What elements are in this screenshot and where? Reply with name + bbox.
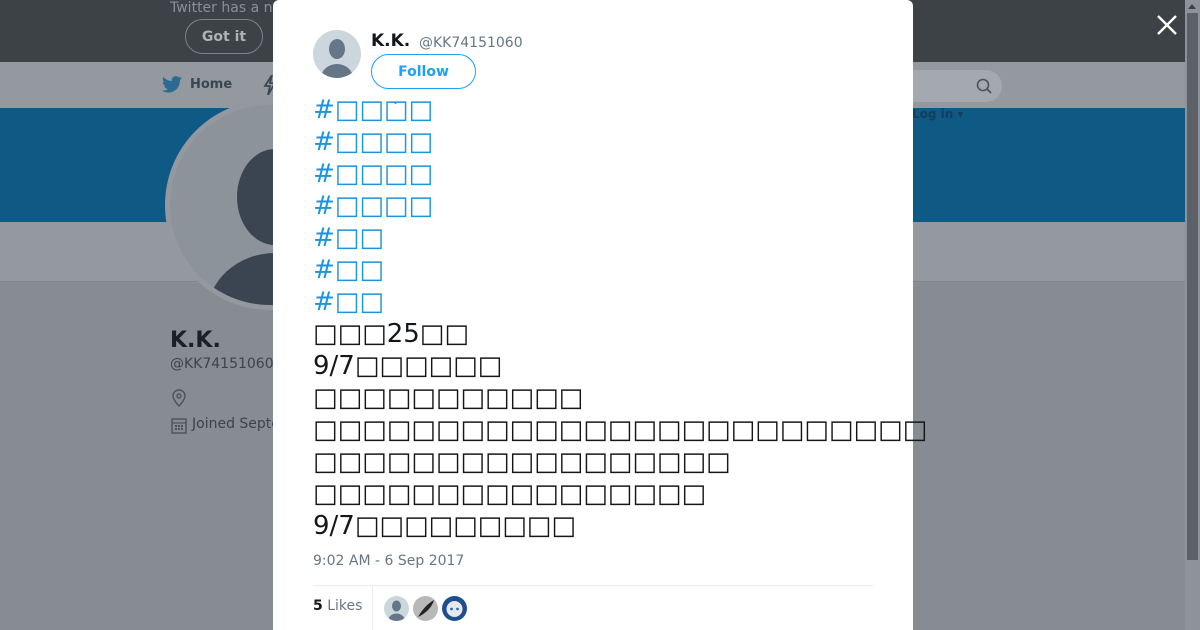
profile-handle: @KK74151060	[170, 356, 274, 372]
default-avatar-icon	[321, 39, 353, 78]
liker-avatar[interactable]	[442, 596, 467, 621]
hashtag-link[interactable]: #□□□□	[313, 158, 873, 190]
tweet-text: #□□□□ #□□□□ #□□□□ #□□□□ #□□ #□□ #□□ □□□25□□ 9/7□…	[313, 94, 928, 542]
close-modal-icon[interactable]	[1155, 13, 1179, 37]
nav-home-label: Home	[190, 77, 233, 92]
feather-avatar-icon	[413, 596, 438, 621]
hashtag-link[interactable]: #□□□□	[313, 126, 873, 158]
joined-date: Joined Septe	[192, 416, 280, 432]
login-menu[interactable]: Log in ▾	[912, 107, 964, 121]
tweet-text-line: 9/7□□□□□□□□□	[313, 511, 576, 541]
got-it-button[interactable]: Got it	[185, 19, 263, 54]
cookie-notice-text: Twitter has a n	[170, 0, 273, 16]
tweet-text-line: 9/7□□□□□□	[313, 351, 503, 381]
likes-count[interactable]: 5 Likes	[313, 598, 362, 614]
divider	[372, 586, 373, 630]
tweet-text-line: □□□□□□□□□□□□□□□□	[313, 479, 707, 509]
tweet-text-line: □□□□□□□□□□□	[313, 383, 584, 413]
likes-label: Likes	[327, 598, 363, 614]
divider	[313, 585, 873, 586]
hashtag-link[interactable]: #□□□□	[313, 190, 873, 222]
default-avatar-icon	[384, 596, 409, 621]
tweet-author-avatar[interactable]	[313, 30, 361, 78]
nav-home-link[interactable]: Home	[162, 76, 232, 93]
tweet-author-handle[interactable]: @KK74151060	[419, 35, 523, 51]
twitter-bird-icon	[162, 76, 182, 93]
hashtag-link[interactable]: #□□	[313, 254, 873, 286]
tweet-text-line: □□□□□□□□□□□□□□□□□□□□□□□□□	[313, 415, 928, 445]
tweet-modal: K.K. @KK74151060 Follow ⌄ #□□□□ #□□□□ #□□□…	[273, 0, 928, 630]
tweet-timestamp[interactable]: 9:02 AM - 6 Sep 2017	[313, 553, 464, 569]
hashtag-link[interactable]: #□□□□	[313, 94, 873, 126]
location-pin-icon	[172, 389, 186, 407]
anime-avatar-icon	[442, 596, 467, 621]
page-scrollbar[interactable]	[1185, 0, 1200, 630]
liker-avatar[interactable]	[384, 596, 409, 621]
hashtag-link[interactable]: #□□	[313, 222, 873, 254]
search-icon	[976, 78, 992, 94]
tweet-text-line: □□□25□□	[313, 319, 469, 349]
likes-number: 5	[313, 598, 323, 614]
hashtag-link[interactable]: #□□	[313, 286, 873, 318]
tweet-author-name[interactable]: K.K.	[371, 31, 410, 51]
scroll-up-arrow-icon[interactable]	[1188, 4, 1196, 9]
liker-avatar[interactable]	[413, 596, 438, 621]
tweet-text-line: □□□□□□□□□□□□□□□□□	[313, 447, 731, 477]
calendar-icon	[171, 418, 187, 434]
follow-button[interactable]: Follow	[371, 54, 476, 89]
profile-name: K.K.	[170, 328, 221, 353]
scrollbar-thumb[interactable]	[1187, 13, 1198, 560]
